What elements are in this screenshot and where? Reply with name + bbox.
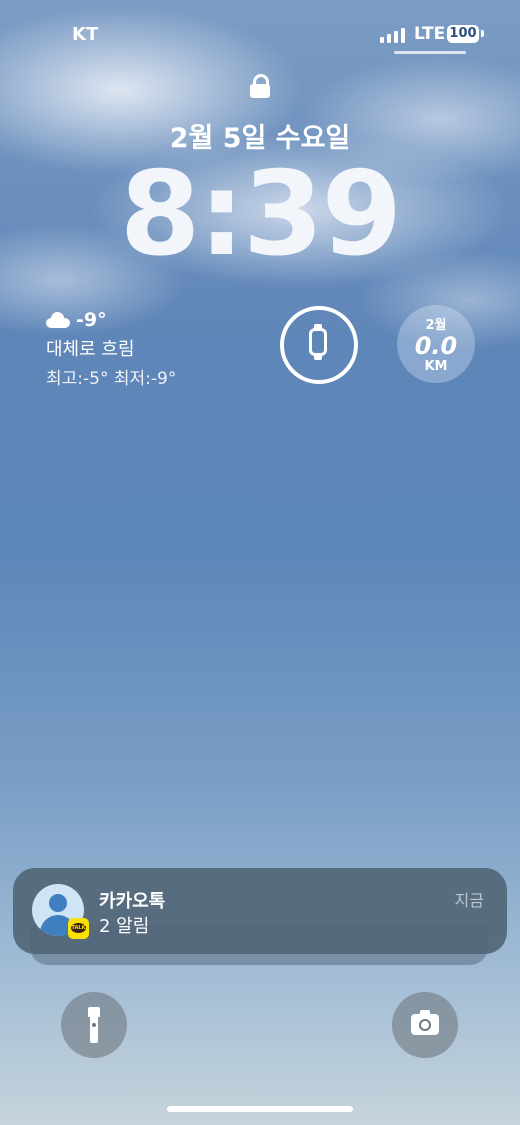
signal-strength-icon	[380, 27, 408, 43]
activity-distance-unit: KM	[424, 359, 448, 374]
activity-distance-widget[interactable]: 2월 0.0 KM	[397, 305, 475, 383]
flashlight-icon	[88, 1007, 100, 1043]
kakaotalk-notification[interactable]: TALK 카카오톡 2 알림 지금	[13, 868, 507, 954]
cloud-icon	[46, 312, 70, 328]
weather-description: 대체로 흐림	[46, 339, 135, 360]
weather-high-low: 최고:-5° 최저:-9°	[46, 369, 177, 389]
activity-month: 2월	[425, 318, 447, 333]
camera-icon	[411, 1010, 439, 1035]
battery-icon: 100	[447, 25, 479, 43]
notification-body: 2 알림	[99, 916, 150, 937]
weather-widget[interactable]: -9° 대체로 흐림 최고:-5° 최저:-9°	[46, 309, 176, 389]
activity-distance-value: 0.0	[414, 332, 458, 360]
apple-watch-icon	[309, 324, 327, 360]
flashlight-button[interactable]	[61, 992, 127, 1058]
carrier-label: KT	[72, 24, 99, 45]
camera-button[interactable]	[392, 992, 458, 1058]
network-type-label: LTE	[414, 24, 446, 44]
battery-tip	[481, 30, 484, 37]
lock-icon	[250, 74, 270, 98]
control-center-indicator[interactable]	[394, 51, 466, 54]
watch-battery-widget[interactable]	[280, 306, 358, 384]
notification-app-name: 카카오톡	[99, 891, 166, 912]
notification-time: 지금	[454, 891, 484, 910]
home-indicator[interactable]	[167, 1106, 353, 1112]
lock-screen-clock[interactable]: 8:39	[0, 150, 520, 280]
kakaotalk-app-icon: TALK	[68, 918, 89, 939]
weather-temperature: -9°	[76, 309, 107, 331]
